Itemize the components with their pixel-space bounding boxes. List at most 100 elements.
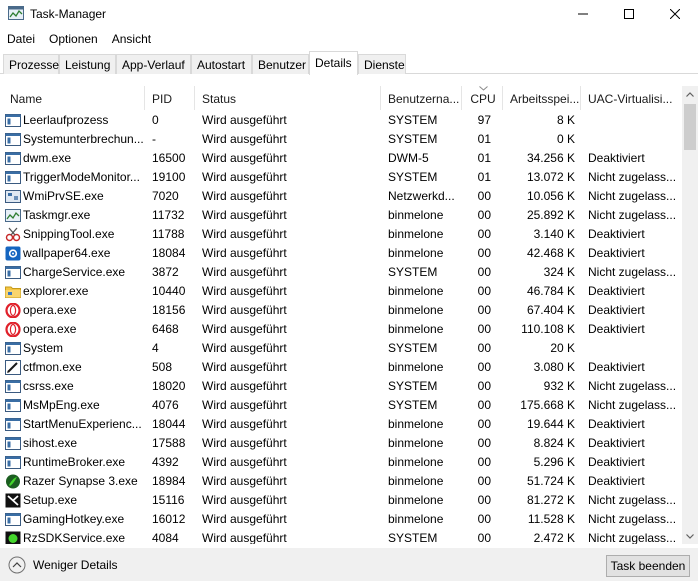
cell-cpu: 00 (477, 322, 491, 336)
table-row[interactable]: Setup.exe 15116 Wird ausgeführt binmelone 00… (0, 491, 682, 510)
cell-pid: 18044 (152, 417, 186, 431)
scroll-up-button[interactable] (682, 86, 698, 102)
table-row[interactable]: GamingHotkey.exe 16012 Wird ausgeführt binm… (0, 510, 682, 529)
table-row[interactable]: MsMpEng.exe 4076 Wird ausgeführt SYSTEM 00 17… (0, 396, 682, 415)
table-row[interactable]: sihost.exe 17588 Wird ausgeführt binmelone 0… (0, 434, 682, 453)
minimize-button[interactable] (560, 0, 606, 28)
cell-name: StartMenuExperienc... (23, 417, 142, 431)
tab-processes[interactable]: Prozesse (3, 54, 59, 74)
cell-cpu: 00 (477, 417, 491, 431)
menu-file[interactable]: Datei (0, 29, 42, 49)
table-row[interactable]: TriggerModeMonitor... 19100 Wird ausgeführ… (0, 168, 682, 187)
column-header-user[interactable]: Benutzerna... (381, 86, 462, 110)
table-row[interactable]: System 4 Wird ausgeführt SYSTEM 00 20 K (0, 339, 682, 358)
cell-user: SYSTEM (388, 531, 438, 544)
column-header-name[interactable]: Name (0, 86, 145, 110)
tab-users[interactable]: Benutzer (252, 54, 309, 74)
default-process-icon (5, 398, 21, 413)
tab-services[interactable]: Dienste (358, 54, 406, 74)
cell-user: SYSTEM (388, 398, 438, 412)
table-row[interactable]: wallpaper64.exe 18084 Wird ausgeführt binme… (0, 244, 682, 263)
gear-icon (5, 246, 21, 261)
cell-name: dwm.exe (23, 151, 72, 165)
vertical-scrollbar[interactable] (682, 86, 698, 544)
tab-app-history[interactable]: App-Verlauf (116, 54, 191, 74)
table-row[interactable]: ChargeService.exe 3872 Wird ausgeführt SYST… (0, 263, 682, 282)
cell-cpu: 00 (477, 360, 491, 374)
column-header-uac[interactable]: UAC-Virtualisi... (581, 86, 682, 110)
table-row[interactable]: RuntimeBroker.exe 4392 Wird ausgeführt binm… (0, 453, 682, 472)
table-row[interactable]: Leerlaufprozess 0 Wird ausgeführt SYSTEM 97 8… (0, 111, 682, 130)
table-row[interactable]: opera.exe 6468 Wird ausgeführt binmelone 00 1… (0, 320, 682, 339)
cell-user: binmelone (388, 455, 444, 469)
table-row[interactable]: WmiPrvSE.exe 7020 Wird ausgeführt Netzwerkd… (0, 187, 682, 206)
menu-view[interactable]: Ansicht (105, 29, 158, 49)
cell-name: RuntimeBroker.exe (23, 455, 126, 469)
cell-cpu: 00 (477, 303, 491, 317)
cell-pid: 19100 (152, 170, 186, 184)
razer-sdk-icon (5, 531, 21, 544)
cell-status: Wird ausgeführt (202, 246, 287, 260)
cell-uac: Deaktiviert (588, 417, 645, 431)
cell-user: binmelone (388, 512, 444, 526)
cell-uac: Deaktiviert (588, 151, 645, 165)
table-row[interactable]: StartMenuExperienc... 18044 Wird ausgeführ… (0, 415, 682, 434)
scroll-down-button[interactable] (682, 528, 698, 544)
column-header-memory[interactable]: Arbeitsspei... (503, 86, 581, 110)
maximize-button[interactable] (606, 0, 652, 28)
cell-name: MsMpEng.exe (23, 398, 100, 412)
tab-performance[interactable]: Leistung (59, 54, 116, 74)
cell-name: Setup.exe (23, 493, 78, 507)
column-header-status[interactable]: Status (195, 86, 381, 110)
cell-uac (588, 339, 678, 358)
cell-cpu: 01 (477, 170, 491, 184)
cell-pid: 10440 (152, 284, 186, 298)
scroll-thumb[interactable] (684, 104, 696, 150)
cell-pid: 4076 (152, 398, 179, 412)
table-row[interactable]: SnippingTool.exe 11788 Wird ausgeführt binm… (0, 225, 682, 244)
column-header-pid[interactable]: PID (145, 86, 195, 110)
cell-pid: 11732 (152, 208, 185, 222)
table-row[interactable]: ctfmon.exe 508 Wird ausgeführt binmelone 00 3… (0, 358, 682, 377)
cell-mem: 5.296 K (533, 455, 575, 469)
cell-pid: 15116 (152, 493, 185, 507)
cell-user: SYSTEM (388, 379, 438, 393)
table-row[interactable]: RzSDKService.exe 4084 Wird ausgeführt SYSTE… (0, 529, 682, 544)
cell-name: opera.exe (23, 322, 77, 336)
table-row[interactable]: dwm.exe 16500 Wird ausgeführt DWM-5 01 34.256… (0, 149, 682, 168)
close-button[interactable] (652, 0, 698, 28)
cell-status: Wird ausgeführt (202, 170, 287, 184)
table-row[interactable]: Razer Synapse 3.exe 18984 Wird ausgeführt b… (0, 472, 682, 491)
cell-user: binmelone (388, 303, 444, 317)
table-row[interactable]: csrss.exe 18020 Wird ausgeführt SYSTEM 00 932… (0, 377, 682, 396)
cell-cpu: 00 (477, 512, 491, 526)
cell-uac: Nicht zugelass... (588, 512, 677, 526)
table-row[interactable]: explorer.exe 10440 Wird ausgeführt binmelon… (0, 282, 682, 301)
cell-uac: Deaktiviert (588, 303, 645, 317)
tab-startup[interactable]: Autostart (191, 54, 252, 74)
cell-uac (588, 130, 678, 149)
cell-status: Wird ausgeführt (202, 455, 287, 469)
table-row[interactable]: opera.exe 18156 Wird ausgeführt binmelone 00… (0, 301, 682, 320)
cell-status: Wird ausgeführt (202, 360, 287, 374)
collapse-details-icon[interactable] (8, 556, 26, 574)
menu-options[interactable]: Optionen (42, 29, 105, 49)
cell-uac: Nicht zugelass... (588, 531, 677, 544)
opera-icon (5, 321, 21, 338)
cell-user: binmelone (388, 284, 444, 298)
cell-user: binmelone (388, 360, 444, 374)
cell-name: GamingHotkey.exe (23, 512, 125, 526)
table-row[interactable]: Taskmgr.exe 11732 Wird ausgeführt binmelone… (0, 206, 682, 225)
cell-uac (588, 111, 678, 130)
fewer-details-link[interactable]: Weniger Details (33, 558, 117, 572)
pen-icon (5, 360, 21, 375)
cell-cpu: 00 (477, 284, 491, 298)
tab-details[interactable]: Details (309, 51, 358, 75)
cell-cpu: 00 (477, 265, 491, 279)
cell-mem: 3.140 K (533, 227, 575, 241)
cell-status: Wird ausgeführt (202, 341, 287, 355)
cell-mem: 10.056 K (526, 189, 575, 203)
end-task-button[interactable]: Task beenden (606, 555, 690, 577)
table-row[interactable]: Systemunterbrechun... - Wird ausgeführt SYS… (0, 130, 682, 149)
cell-user: SYSTEM (388, 265, 438, 279)
